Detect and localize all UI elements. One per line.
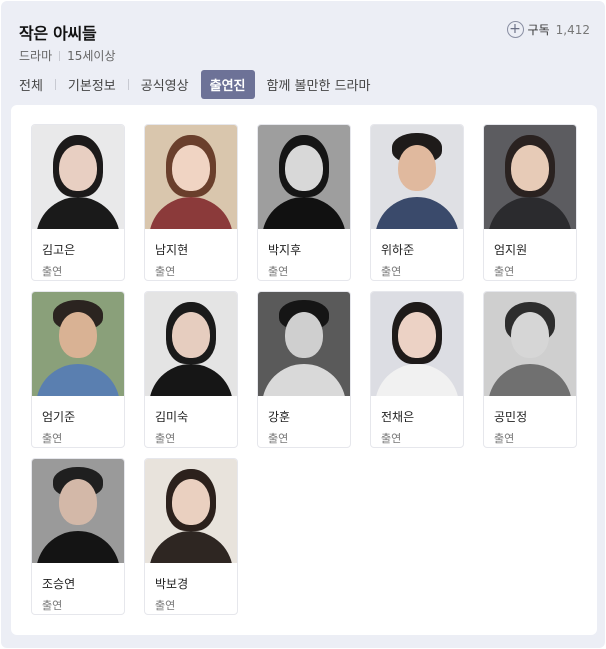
cast-card[interactable]: 강훈 출연 [257,291,351,448]
cast-role: 출연 [42,432,63,445]
cast-name: 김미숙 [155,410,189,424]
cast-role: 출연 [42,599,63,612]
tab-official-video[interactable]: 공식영상 [141,72,189,97]
cast-role: 출연 [268,432,289,445]
drama-info-panel: 작은 아씨들 드라마 15세이상 + 구독 1,412 전체 기본정보 공식영상… [1,1,605,648]
cast-list-container: 김고은 출연 남지현 출연 박지후 출연 위하준 출연 엄지원 출연 엄기준 출… [11,105,597,635]
cast-name: 김고은 [42,243,76,257]
drama-meta: 드라마 15세이상 [19,47,116,64]
cast-role: 출연 [494,432,515,445]
cast-photo [145,459,237,563]
subscribe-button[interactable]: + 구독 1,412 [506,21,590,38]
cast-name: 박보경 [155,577,189,591]
meta-divider [59,50,61,61]
cast-card[interactable]: 엄지원 출연 [483,124,577,281]
tab-basic-info[interactable]: 기본정보 [68,72,116,97]
cast-card[interactable]: 공민정 출연 [483,291,577,448]
cast-photo [32,292,124,396]
cast-role: 출연 [155,432,176,445]
cast-photo [484,125,576,229]
cast-name: 엄기준 [42,410,76,424]
age-rating-label: 15세이상 [67,49,116,63]
cast-photo [258,125,350,229]
tab-related-dramas[interactable]: 함께 볼만한 드라마 [267,72,371,97]
cast-name: 조승연 [42,577,76,591]
cast-role: 출연 [268,265,289,278]
tab-divider [54,79,56,90]
cast-role: 출연 [494,265,515,278]
cast-card[interactable]: 위하준 출연 [370,124,464,281]
cast-photo [371,125,463,229]
cast-name: 강훈 [268,410,291,424]
tab-all[interactable]: 전체 [19,72,43,97]
cast-name: 박지후 [268,243,302,257]
cast-photo [32,459,124,563]
cast-role: 출연 [155,265,176,278]
cast-name: 공민정 [494,410,528,424]
subscribe-count: 1,412 [555,22,590,37]
genre-label: 드라마 [19,49,53,63]
cast-photo [32,125,124,229]
cast-photo [484,292,576,396]
cast-card[interactable]: 김미숙 출연 [144,291,238,448]
tab-cast[interactable]: 출연진 [200,70,255,99]
cast-card[interactable]: 엄기준 출연 [31,291,125,448]
cast-role: 출연 [381,265,402,278]
cast-role: 출연 [381,432,402,445]
cast-card[interactable]: 김고은 출연 [31,124,125,281]
cast-name: 전채은 [381,410,415,424]
drama-title[interactable]: 작은 아씨들 [19,20,97,44]
cast-card[interactable]: 남지현 출연 [144,124,238,281]
cast-photo [258,292,350,396]
cast-name: 남지현 [155,243,189,257]
cast-grid: 김고은 출연 남지현 출연 박지후 출연 위하준 출연 엄지원 출연 엄기준 출… [31,124,577,615]
cast-name: 위하준 [381,243,415,257]
cast-card[interactable]: 박지후 출연 [257,124,351,281]
tab-divider [127,79,129,90]
subscribe-label: 구독 [527,23,550,37]
cast-role: 출연 [155,599,176,612]
tab-bar: 전체 기본정보 공식영상 출연진 함께 볼만한 드라마 [19,70,370,99]
cast-card[interactable]: 조승연 출연 [31,458,125,615]
cast-name: 엄지원 [494,243,528,257]
cast-photo [145,292,237,396]
cast-card[interactable]: 전채은 출연 [370,291,464,448]
plus-icon: + [506,21,524,38]
cast-photo [145,125,237,229]
cast-photo [371,292,463,396]
cast-role: 출연 [42,265,63,278]
cast-card[interactable]: 박보경 출연 [144,458,238,615]
